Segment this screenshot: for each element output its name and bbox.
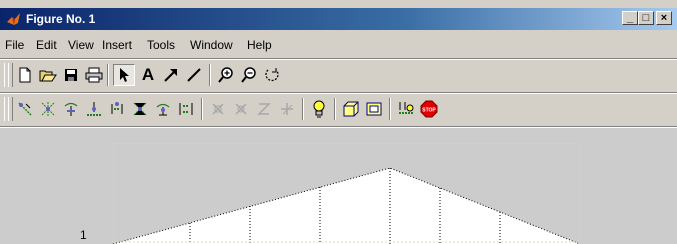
menu-insert[interactable]: Insert xyxy=(102,38,132,52)
surface-plot[interactable] xyxy=(0,128,677,244)
toggle-scene-box-button[interactable] xyxy=(340,98,362,120)
menu-window[interactable]: Window xyxy=(190,38,233,52)
toggle-light-button[interactable] xyxy=(308,98,330,120)
toolbar-grip[interactable] xyxy=(8,97,13,121)
select-arrow-icon xyxy=(120,68,129,82)
toolbar-separator xyxy=(201,98,203,120)
menu-edit[interactable]: Edit xyxy=(36,38,57,52)
orbit-camera-button[interactable] xyxy=(14,98,36,120)
move-camera-forward-button[interactable] xyxy=(106,98,128,120)
orbit-light-button[interactable] xyxy=(37,98,59,120)
camera-toolbar: STOP xyxy=(0,94,677,124)
save-icon xyxy=(65,69,77,81)
reset-camera-icon xyxy=(399,102,414,114)
menu-view[interactable]: View xyxy=(68,38,94,52)
insert-arrow-button[interactable] xyxy=(160,64,182,86)
projection-icon xyxy=(366,102,382,116)
zoom-camera-button[interactable] xyxy=(129,98,151,120)
principal-axis-none-button[interactable] xyxy=(276,98,298,120)
move-camera-forward-icon xyxy=(111,102,123,114)
orbit-camera-icon xyxy=(18,102,32,116)
roll-camera-button[interactable] xyxy=(152,98,174,120)
insert-arrow-icon xyxy=(164,69,177,82)
roll-camera-icon xyxy=(156,103,170,116)
toggle-projection-button[interactable] xyxy=(363,98,385,120)
reset-camera-button[interactable] xyxy=(395,98,417,120)
insert-line-button[interactable] xyxy=(183,64,205,86)
axis-y-disabled-icon xyxy=(235,103,247,115)
toolbar-separator xyxy=(107,64,109,86)
toolbar-separator xyxy=(389,98,391,120)
pan-tilt-camera-button[interactable] xyxy=(60,98,82,120)
principal-axis-z-button[interactable] xyxy=(253,98,275,120)
pan-camera-icon xyxy=(64,102,78,116)
minimize-button[interactable]: _ xyxy=(622,11,638,25)
toolbar-separator xyxy=(209,64,211,86)
toolbar-separator xyxy=(302,98,304,120)
insert-text-button[interactable]: A xyxy=(137,64,159,86)
window-title: Figure No. 1 xyxy=(26,12,96,26)
axis-z-disabled-icon xyxy=(257,103,271,115)
maximize-button[interactable]: □ xyxy=(638,11,654,25)
principal-axis-x-button[interactable] xyxy=(207,98,229,120)
edit-plot-button[interactable] xyxy=(113,64,135,86)
menu-tools[interactable]: Tools xyxy=(147,38,175,52)
figure-window: Figure No. 1 _ □ × File Edit View Insert… xyxy=(0,0,677,244)
light-bulb-icon xyxy=(313,100,325,118)
dolly-camera-button[interactable] xyxy=(175,98,197,120)
surface-patch xyxy=(113,168,580,244)
axis-none-disabled-icon xyxy=(281,103,293,115)
y-tick-label: 1 xyxy=(80,228,87,242)
rotate-icon xyxy=(265,68,279,82)
dolly-camera-icon xyxy=(179,103,193,115)
menu-file[interactable]: File xyxy=(5,38,24,52)
matlab-logo-icon xyxy=(7,13,20,25)
print-icon xyxy=(85,67,103,83)
insert-text-icon: A xyxy=(141,65,155,84)
open-button[interactable] xyxy=(37,64,59,86)
zoom-out-icon xyxy=(241,67,256,83)
insert-line-icon xyxy=(187,68,201,82)
title-bar[interactable]: Figure No. 1 xyxy=(0,8,677,30)
new-figure-button[interactable] xyxy=(14,64,36,86)
toolbar-separator xyxy=(334,98,336,120)
svg-text:STOP: STOP xyxy=(422,108,436,114)
stop-camera-button[interactable]: STOP xyxy=(418,98,440,120)
scene-box-icon xyxy=(343,101,359,117)
save-button[interactable] xyxy=(60,64,82,86)
zoom-in-button[interactable] xyxy=(215,64,237,86)
stop-sign-icon: STOP xyxy=(420,100,438,118)
zoom-camera-icon xyxy=(133,102,147,116)
zoom-in-icon xyxy=(218,67,233,83)
principal-axis-y-button[interactable] xyxy=(230,98,252,120)
rotate-3d-button[interactable] xyxy=(261,64,283,86)
zoom-out-button[interactable] xyxy=(238,64,260,86)
axis-x-disabled-icon xyxy=(212,103,224,115)
move-camera-horizontal-button[interactable] xyxy=(83,98,105,120)
toolbar-grip[interactable] xyxy=(8,63,13,87)
open-file-icon xyxy=(39,70,57,82)
print-button[interactable] xyxy=(83,64,105,86)
close-button[interactable]: × xyxy=(656,11,672,25)
menu-help[interactable]: Help xyxy=(247,38,272,52)
orbit-light-icon xyxy=(41,102,55,116)
menu-bar: File Edit View Insert Tools Window Help xyxy=(0,34,677,56)
new-figure-icon xyxy=(19,67,31,83)
figure-toolbar: A xyxy=(0,60,677,90)
move-camera-horizontal-icon xyxy=(87,102,101,116)
